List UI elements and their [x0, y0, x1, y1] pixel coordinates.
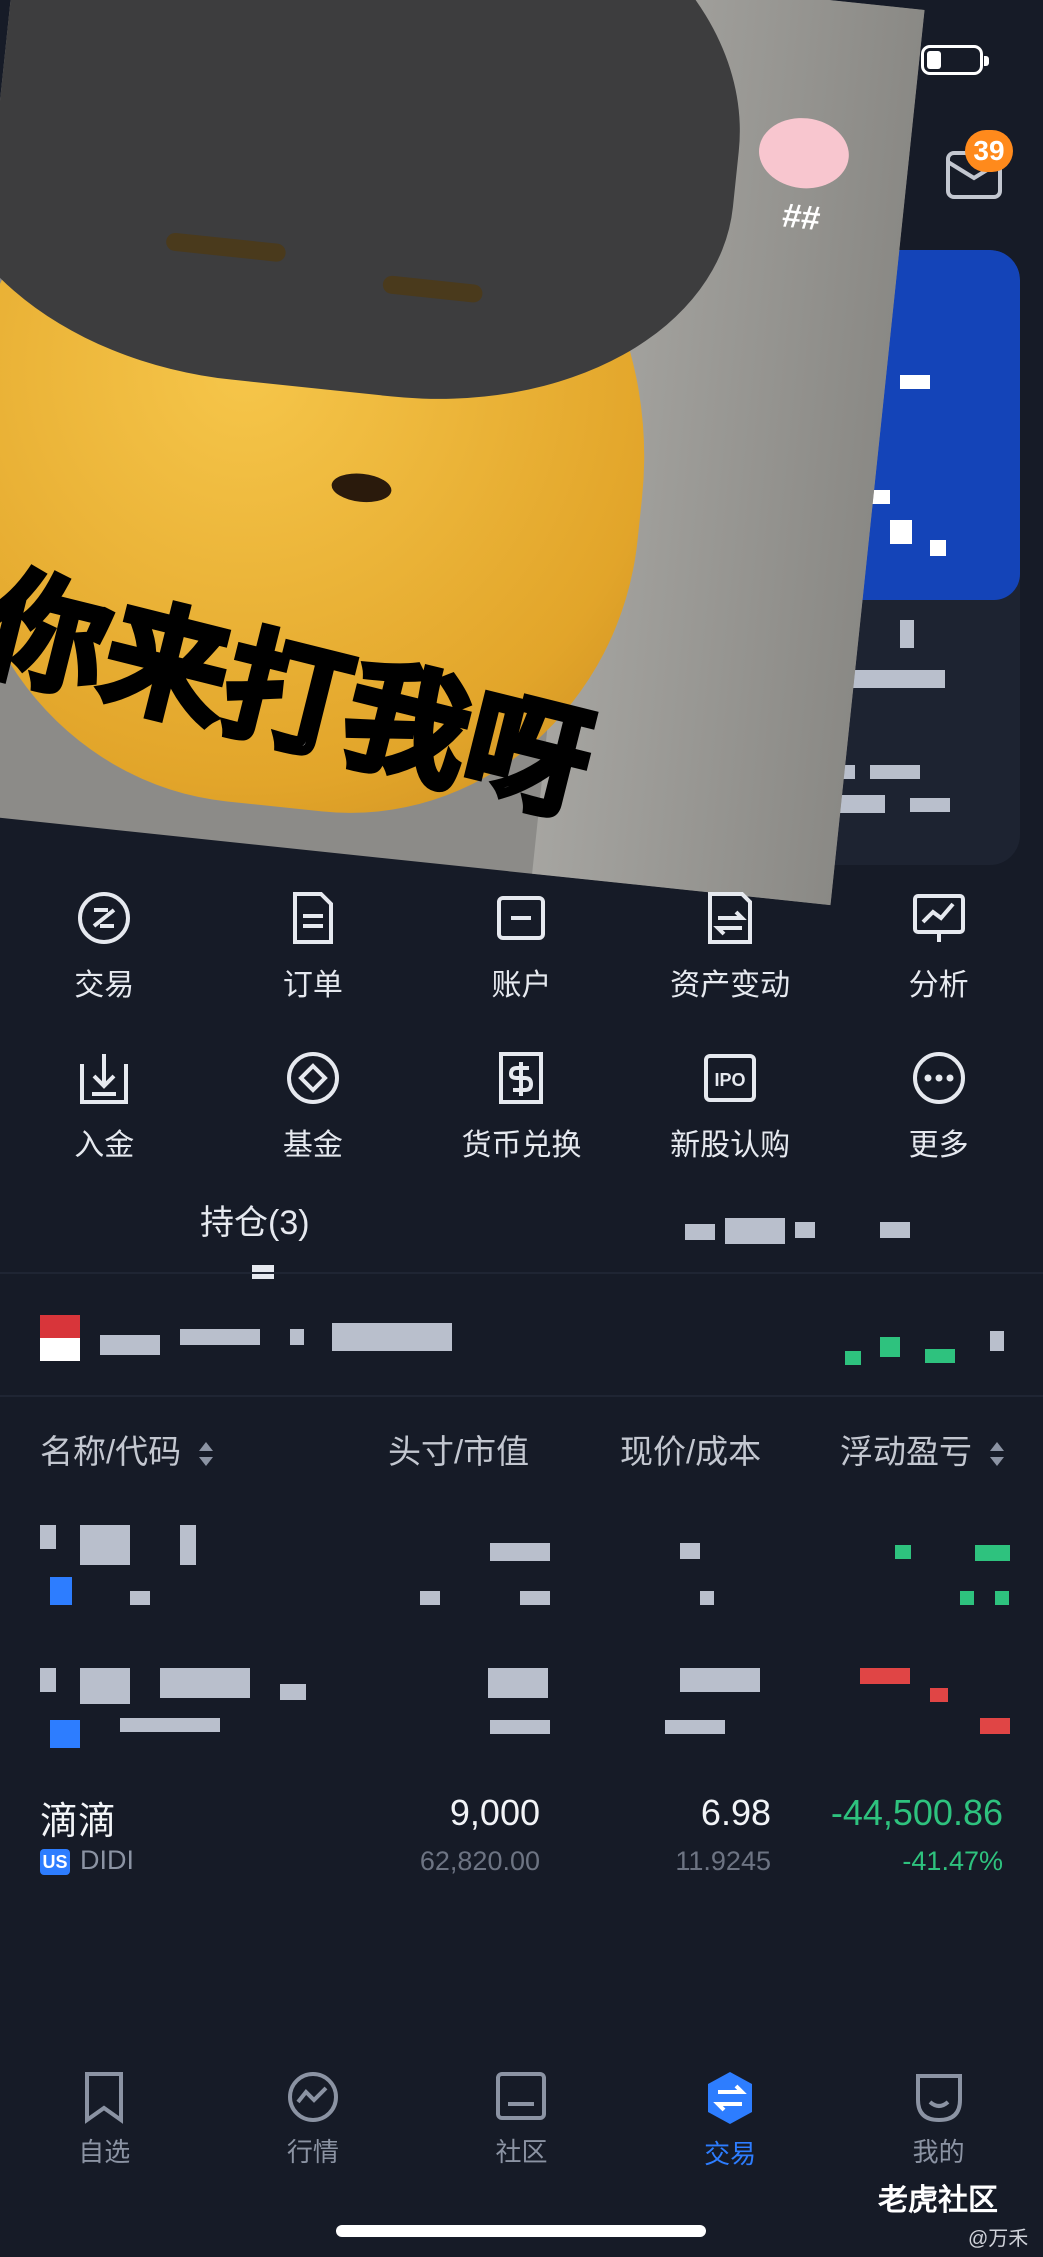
action-more-label: 更多: [908, 1129, 969, 1162]
flag-icon: [40, 1315, 80, 1361]
action-trade-label: 交易: [74, 969, 135, 1002]
community-icon: [496, 2072, 547, 2120]
action-order-label: 订单: [282, 969, 343, 1002]
nav-profile[interactable]: 我的: [834, 2070, 1043, 2171]
home-indicator[interactable]: [336, 2225, 706, 2237]
trade-nav-icon: [708, 2072, 753, 2124]
nav-community-label: 社区: [495, 2137, 548, 2167]
header-name-label: 名称/代码: [40, 1433, 182, 1470]
table-row[interactable]: [40, 1668, 1010, 1758]
stock-ticker: DIDI: [80, 1845, 134, 1875]
svg-text:IPO: IPO: [715, 1070, 746, 1090]
nav-market-label: 行情: [286, 2137, 339, 2167]
stock-name: 滴滴: [40, 1801, 117, 1843]
position-quantity: 9,000: [449, 1792, 540, 1833]
tab-positions[interactable]: 持仓(3): [200, 1195, 310, 1244]
floating-pnl: -44,500.86: [830, 1792, 1003, 1833]
order-icon: [285, 890, 341, 946]
watermark-brand: 老虎社区: [878, 2184, 998, 2217]
pig-tag: ##: [780, 196, 823, 239]
selector-divider: [0, 1395, 1043, 1397]
nav-watchlist[interactable]: 自选: [0, 2070, 209, 2171]
action-fund-label: 基金: [282, 1129, 343, 1162]
current-price: 6.98: [700, 1792, 771, 1833]
tabs-divider: [0, 1272, 1043, 1274]
more-icon: [911, 1050, 967, 1106]
account-selector-row[interactable]: [40, 1315, 1010, 1365]
market-value: 62,820.00: [419, 1846, 540, 1876]
watchlist-icon: [85, 2072, 124, 2124]
market-badge: US: [40, 1848, 70, 1875]
profile-icon: [915, 2074, 962, 2123]
action-currency-exchange[interactable]: 货币兑换: [417, 1050, 626, 1164]
nav-community[interactable]: 社区: [417, 2070, 626, 2171]
asset-change-icon: [702, 890, 758, 946]
action-order[interactable]: 订单: [209, 890, 418, 1004]
battery-icon: [921, 45, 989, 75]
action-ipo-label: 新股认购: [670, 1129, 791, 1162]
action-deposit-label: 入金: [74, 1129, 135, 1162]
nav-trade-label: 交易: [704, 2139, 757, 2169]
sort-icon: [990, 1442, 1005, 1467]
cost-price: 11.9245: [675, 1846, 771, 1876]
nav-market[interactable]: 行情: [209, 2070, 418, 2171]
action-trade[interactable]: 交易: [0, 890, 209, 1004]
action-account-label: 账户: [491, 969, 552, 1002]
action-currency-exchange-label: 货币兑换: [461, 1129, 582, 1162]
header-pnl-label: 浮动盈亏: [840, 1433, 972, 1470]
bottom-nav: 自选 行情 社区 交易 我的: [0, 2070, 1043, 2171]
action-asset-change-label: 资产变动: [670, 969, 791, 1002]
action-deposit[interactable]: 入金: [0, 1050, 209, 1164]
nav-profile-label: 我的: [912, 2137, 965, 2167]
action-analysis-label: 分析: [908, 969, 969, 1002]
watermark-author: @万禾: [968, 2228, 1029, 2250]
header-price-cost: 现价/成本: [620, 1433, 762, 1470]
fund-icon: [285, 1050, 341, 1106]
action-analysis[interactable]: 分析: [834, 890, 1043, 1004]
trade-icon: [76, 890, 132, 946]
analysis-icon: [911, 890, 967, 946]
mail-badge: 39: [965, 130, 1013, 172]
ipo-icon: IPO: [702, 1050, 758, 1106]
deposit-icon: [76, 1050, 132, 1106]
account-icon: [493, 890, 549, 946]
nav-watchlist-label: 自选: [78, 2137, 131, 2167]
market-icon: [287, 2072, 338, 2122]
header-position-value: 头寸/市值: [388, 1433, 530, 1470]
action-grid-row-2: 入金 基金 货币兑换 IPO 新股认购 更多: [0, 1050, 1043, 1164]
currency-exchange-icon: [493, 1050, 549, 1106]
action-more[interactable]: 更多: [834, 1050, 1043, 1164]
table-row-didi[interactable]: 滴滴 US DIDI 9,000 62,820.00 6.98 11.9245 -…: [0, 1790, 1043, 1890]
sticker-image: ## 你来打我呀: [0, 0, 925, 906]
header-name-code[interactable]: 名称/代码: [40, 1425, 214, 1473]
action-asset-change[interactable]: 资产变动: [626, 890, 835, 1004]
tab-other-pixelated[interactable]: [685, 1218, 915, 1244]
stock-code: US DIDI: [40, 1845, 134, 1876]
table-row[interactable]: [40, 1525, 1010, 1615]
action-account[interactable]: 账户: [417, 890, 626, 1004]
floating-pnl-percent: -41.47%: [902, 1846, 1003, 1876]
sort-icon: [199, 1442, 214, 1467]
action-ipo[interactable]: IPO 新股认购: [626, 1050, 835, 1164]
header-pnl[interactable]: 浮动盈亏: [840, 1425, 1005, 1473]
nav-trade[interactable]: 交易: [626, 2070, 835, 2171]
action-fund[interactable]: 基金: [209, 1050, 418, 1164]
action-grid-row-1: 交易 订单 账户 资产变动 分析: [0, 890, 1043, 1004]
